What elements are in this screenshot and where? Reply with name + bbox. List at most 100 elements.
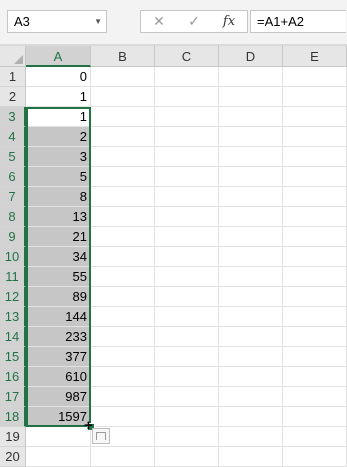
row-header[interactable]: 10: [0, 247, 26, 267]
cell-d15[interactable]: [219, 347, 283, 367]
row-header[interactable]: 11: [0, 267, 26, 287]
cell-b10[interactable]: [91, 247, 155, 267]
cancel-icon[interactable]: ✕: [149, 11, 169, 32]
cell-e18[interactable]: [283, 407, 347, 427]
cell-b2[interactable]: [91, 87, 155, 107]
cell-c3[interactable]: [155, 107, 219, 127]
cell-d11[interactable]: [219, 267, 283, 287]
cell-c1[interactable]: [155, 67, 219, 87]
cell-e20[interactable]: [283, 447, 347, 467]
cell-a1[interactable]: 0: [26, 67, 91, 87]
cell-b1[interactable]: [91, 67, 155, 87]
cell-d17[interactable]: [219, 387, 283, 407]
cell-d14[interactable]: [219, 327, 283, 347]
cell-b12[interactable]: [91, 287, 155, 307]
cell-e4[interactable]: [283, 127, 347, 147]
row-header[interactable]: 6: [0, 167, 26, 187]
row-header[interactable]: 4: [0, 127, 26, 147]
row-header[interactable]: 19: [0, 427, 26, 447]
cell-a15[interactable]: 377: [26, 347, 91, 367]
cell-b7[interactable]: [91, 187, 155, 207]
cell-b17[interactable]: [91, 387, 155, 407]
cell-c9[interactable]: [155, 227, 219, 247]
column-header-e[interactable]: E: [283, 46, 347, 67]
cell-e9[interactable]: [283, 227, 347, 247]
cell-e16[interactable]: [283, 367, 347, 387]
row-header[interactable]: 20: [0, 447, 26, 467]
cell-e17[interactable]: [283, 387, 347, 407]
cell-b13[interactable]: [91, 307, 155, 327]
cell-a17[interactable]: 987: [26, 387, 91, 407]
row-header[interactable]: 1: [0, 67, 26, 87]
cell-e10[interactable]: [283, 247, 347, 267]
column-header-c[interactable]: C: [155, 46, 219, 67]
enter-icon[interactable]: ✓: [184, 11, 204, 32]
cell-b9[interactable]: [91, 227, 155, 247]
cell-a8[interactable]: 13: [26, 207, 91, 227]
cell-c18[interactable]: [155, 407, 219, 427]
cell-e12[interactable]: [283, 287, 347, 307]
cell-c8[interactable]: [155, 207, 219, 227]
row-header[interactable]: 5: [0, 147, 26, 167]
cell-e15[interactable]: [283, 347, 347, 367]
column-header-a[interactable]: A: [26, 46, 91, 67]
cell-b3[interactable]: [91, 107, 155, 127]
cell-a16[interactable]: 610: [26, 367, 91, 387]
chevron-down-icon[interactable]: ▼: [94, 11, 102, 32]
row-header[interactable]: 2: [0, 87, 26, 107]
cell-a11[interactable]: 55: [26, 267, 91, 287]
cell-c4[interactable]: [155, 127, 219, 147]
cell-c16[interactable]: [155, 367, 219, 387]
cell-e1[interactable]: [283, 67, 347, 87]
cell-d7[interactable]: [219, 187, 283, 207]
cell-a6[interactable]: 5: [26, 167, 91, 187]
cell-d18[interactable]: [219, 407, 283, 427]
cell-d16[interactable]: [219, 367, 283, 387]
cell-d4[interactable]: [219, 127, 283, 147]
cell-a7[interactable]: 8: [26, 187, 91, 207]
cell-d2[interactable]: [219, 87, 283, 107]
cell-b11[interactable]: [91, 267, 155, 287]
row-header[interactable]: 17: [0, 387, 26, 407]
cell-d19[interactable]: [219, 427, 283, 447]
cell-a2[interactable]: 1: [26, 87, 91, 107]
cell-d8[interactable]: [219, 207, 283, 227]
column-header-d[interactable]: D: [219, 46, 283, 67]
cell-d5[interactable]: [219, 147, 283, 167]
column-header-b[interactable]: B: [91, 46, 155, 67]
row-header[interactable]: 14: [0, 327, 26, 347]
cell-e6[interactable]: [283, 167, 347, 187]
cell-a9[interactable]: 21: [26, 227, 91, 247]
cell-b4[interactable]: [91, 127, 155, 147]
cell-c15[interactable]: [155, 347, 219, 367]
cell-e14[interactable]: [283, 327, 347, 347]
cell-c12[interactable]: [155, 287, 219, 307]
cell-c5[interactable]: [155, 147, 219, 167]
cell-c7[interactable]: [155, 187, 219, 207]
cell-c14[interactable]: [155, 327, 219, 347]
cell-e11[interactable]: [283, 267, 347, 287]
cell-a18[interactable]: 1597: [26, 407, 91, 427]
cell-a12[interactable]: 89: [26, 287, 91, 307]
select-all-corner[interactable]: [0, 46, 26, 67]
cell-d13[interactable]: [219, 307, 283, 327]
cell-a19[interactable]: [26, 427, 91, 447]
cell-d6[interactable]: [219, 167, 283, 187]
cell-a13[interactable]: 144: [26, 307, 91, 327]
cell-c2[interactable]: [155, 87, 219, 107]
cell-a10[interactable]: 34: [26, 247, 91, 267]
cell-e19[interactable]: [283, 427, 347, 447]
cell-a3[interactable]: 1: [26, 107, 91, 127]
cell-b6[interactable]: [91, 167, 155, 187]
row-header[interactable]: 13: [0, 307, 26, 327]
formula-input[interactable]: =A1+A2: [250, 10, 346, 33]
cell-a5[interactable]: 3: [26, 147, 91, 167]
cell-d10[interactable]: [219, 247, 283, 267]
row-header[interactable]: 9: [0, 227, 26, 247]
auto-fill-options-button[interactable]: [92, 428, 110, 444]
cell-d12[interactable]: [219, 287, 283, 307]
cell-c20[interactable]: [155, 447, 219, 467]
cell-e7[interactable]: [283, 187, 347, 207]
cell-b5[interactable]: [91, 147, 155, 167]
cell-c17[interactable]: [155, 387, 219, 407]
